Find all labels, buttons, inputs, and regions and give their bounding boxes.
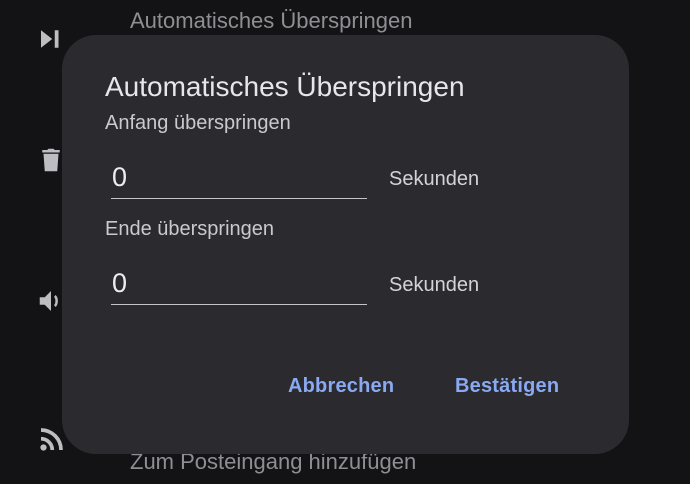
confirm-button[interactable]: Bestätigen	[455, 375, 559, 398]
skip-end-label: Ende überspringen	[105, 218, 275, 240]
skip-start-label: Anfang überspringen	[105, 112, 291, 134]
skip-next-icon	[36, 24, 66, 54]
background-item-auto-skip: Automatisches Überspringen	[130, 8, 413, 33]
skip-start-field[interactable]	[111, 154, 368, 199]
skip-start-unit: Sekunden	[389, 168, 480, 190]
skip-end-unit: Sekunden	[389, 274, 480, 296]
dialog-title: Automatisches Überspringen	[105, 71, 465, 102]
cancel-button[interactable]: Abbrechen	[288, 375, 394, 398]
auto-skip-dialog: Automatisches Überspringen Anfang übersp…	[62, 35, 629, 454]
skip-start-input[interactable]	[111, 159, 368, 195]
skip-end-input[interactable]	[111, 265, 368, 301]
skip-end-field[interactable]	[111, 260, 368, 305]
rss-icon	[36, 425, 66, 455]
